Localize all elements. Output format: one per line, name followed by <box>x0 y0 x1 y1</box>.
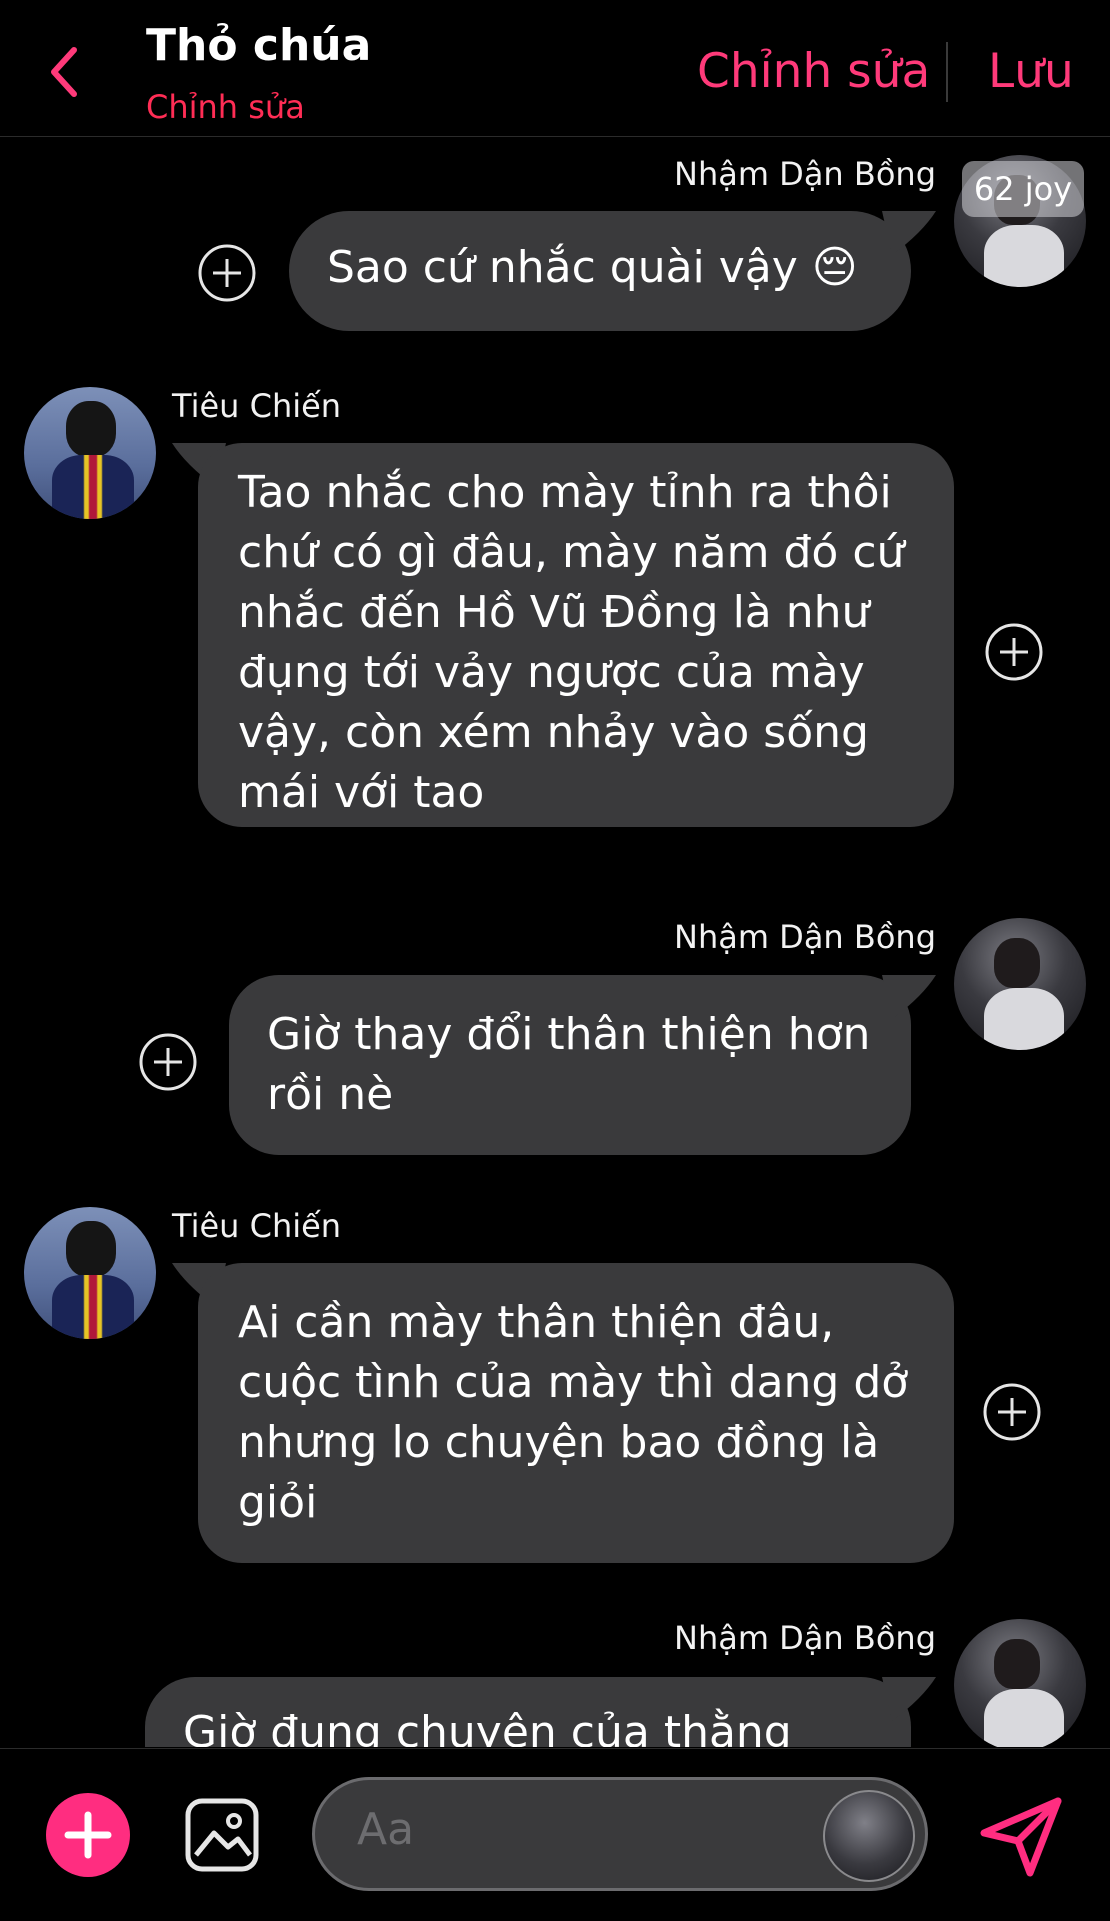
avatar[interactable] <box>954 918 1086 1050</box>
message-list[interactable]: Nhậm Dận Bồng 62 joy Sao cứ nhắc quài vậ… <box>0 137 1110 1747</box>
message-composer: Aa <box>0 1748 1110 1921</box>
sender-name: Nhậm Dận Bồng <box>674 918 936 956</box>
chat-title: Thỏ chúa <box>146 20 372 71</box>
sender-name: Nhậm Dận Bồng <box>674 155 936 193</box>
message-bubble[interactable]: Sao cứ nhắc quài vậy 😔 <box>289 211 911 331</box>
bubble-tail <box>882 211 936 255</box>
message-text: Sao cứ nhắc quài vậy 😔 <box>327 242 858 293</box>
sender-name: Nhậm Dận Bồng <box>674 1619 936 1657</box>
avatar[interactable] <box>24 387 156 519</box>
message-bubble[interactable]: Giờ thay đổi thân thiện hơn rồi nè <box>229 975 911 1155</box>
back-chevron-icon[interactable] <box>44 42 84 102</box>
send-icon[interactable] <box>976 1791 1066 1881</box>
message-bubble[interactable]: Ai cần mày thân thiện đâu, cuộc tình của… <box>198 1263 954 1563</box>
avatar[interactable] <box>24 1207 156 1339</box>
edit-button[interactable]: Chỉnh sửa <box>697 44 930 99</box>
add-reaction-icon[interactable] <box>982 1382 1042 1442</box>
message-input[interactable]: Aa <box>312 1777 928 1891</box>
avatar[interactable] <box>954 1619 1086 1747</box>
chat-subtitle[interactable]: Chỉnh sửa <box>146 88 305 126</box>
message-text: Ai cần mày thân thiện đâu, cuộc tình của… <box>238 1297 909 1528</box>
image-icon[interactable] <box>184 1797 260 1873</box>
add-reaction-icon[interactable] <box>197 243 257 303</box>
bubble-tail <box>882 975 936 1019</box>
message-text: Tao nhắc cho mày tỉnh ra thôi chứ có gì … <box>238 467 905 818</box>
add-button[interactable] <box>46 1793 130 1877</box>
message-text: Giờ thay đổi thân thiện hơn rồi nè <box>267 1009 871 1120</box>
sender-name: Tiêu Chiến <box>172 1207 342 1245</box>
add-reaction-icon[interactable] <box>138 1032 198 1092</box>
add-reaction-icon[interactable] <box>984 622 1044 682</box>
save-button[interactable]: Lưu <box>988 44 1074 99</box>
message-text: Giờ đụng chuyện của thằng <box>183 1707 792 1747</box>
plus-icon <box>64 1811 112 1859</box>
chat-header: Thỏ chúa Chỉnh sửa Chỉnh sửa Lưu <box>0 0 1110 137</box>
message-bubble[interactable]: Giờ đụng chuyện của thằng <box>145 1677 911 1747</box>
input-placeholder: Aa <box>357 1804 415 1855</box>
sender-switch-avatar[interactable] <box>823 1790 915 1882</box>
header-divider <box>946 42 948 102</box>
bubble-tail <box>882 1677 936 1721</box>
watermark-badge: 62 joy <box>962 161 1084 217</box>
sender-name: Tiêu Chiến <box>172 387 342 425</box>
message-bubble[interactable]: Tao nhắc cho mày tỉnh ra thôi chứ có gì … <box>198 443 954 827</box>
